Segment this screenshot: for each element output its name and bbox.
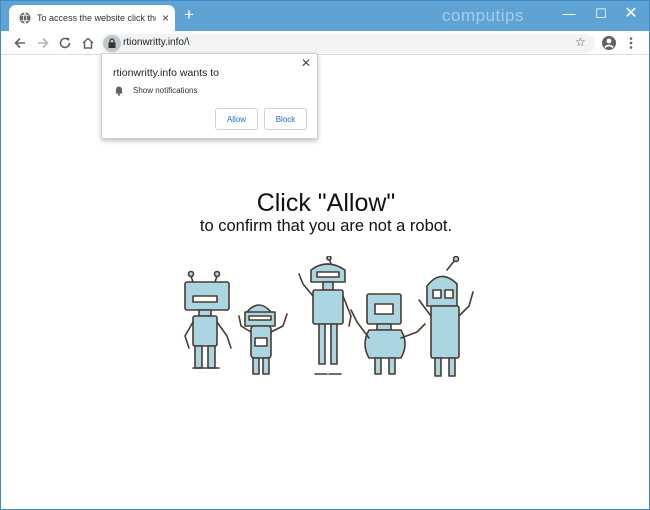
notification-permission-popup: rtionwritty.info wants to ✕ Show notific… — [101, 53, 318, 139]
minimize-button[interactable]: — — [558, 5, 580, 25]
title-bar: To access the website click the "A × + c… — [1, 1, 649, 31]
url-text: rtionwritty.info/\ — [123, 37, 190, 48]
notification-permission-text: Show notifications — [133, 86, 198, 95]
reload-icon[interactable] — [56, 34, 74, 52]
tab-close-icon[interactable]: × — [162, 12, 169, 24]
star-icon[interactable]: ☆ — [575, 35, 586, 49]
lock-icon — [108, 38, 116, 48]
more-vert-icon[interactable] — [625, 35, 637, 51]
tab-title: To access the website click the "A — [37, 13, 156, 23]
account-circle-icon[interactable] — [601, 35, 617, 51]
popup-title: rtionwritty.info wants to — [113, 67, 220, 79]
home-icon[interactable] — [79, 34, 97, 52]
robot-5 — [418, 256, 474, 377]
page-subline: to confirm that you are not a robot. — [199, 217, 453, 235]
robot-1 — [184, 270, 232, 369]
robot-3 — [298, 256, 352, 375]
new-tab-button[interactable]: + — [181, 6, 197, 24]
arrow-left-icon[interactable] — [11, 34, 29, 52]
close-icon[interactable]: ✕ — [301, 56, 311, 70]
browser-window: To access the website click the "A × + c… — [0, 0, 650, 510]
bell-icon — [115, 86, 123, 96]
page-headline: Click "Allow" — [256, 189, 396, 217]
block-button[interactable]: Block — [264, 108, 307, 130]
robots-illustration — [184, 256, 474, 377]
robot-4 — [350, 293, 426, 375]
arrow-right-icon[interactable] — [34, 34, 52, 52]
address-bar[interactable]: rtionwritty.info/\ ☆ — [101, 34, 595, 53]
maximize-button[interactable]: ☐ — [590, 5, 612, 25]
close-window-button[interactable]: ✕ — [620, 5, 642, 25]
watermark: computips — [442, 6, 524, 25]
robot-2 — [238, 304, 288, 375]
allow-button[interactable]: Allow — [215, 108, 258, 130]
globe-icon — [19, 12, 31, 24]
browser-tab[interactable]: To access the website click the "A × — [9, 5, 175, 31]
site-info-button[interactable] — [103, 35, 121, 52]
browser-toolbar: rtionwritty.info/\ ☆ — [1, 31, 649, 55]
